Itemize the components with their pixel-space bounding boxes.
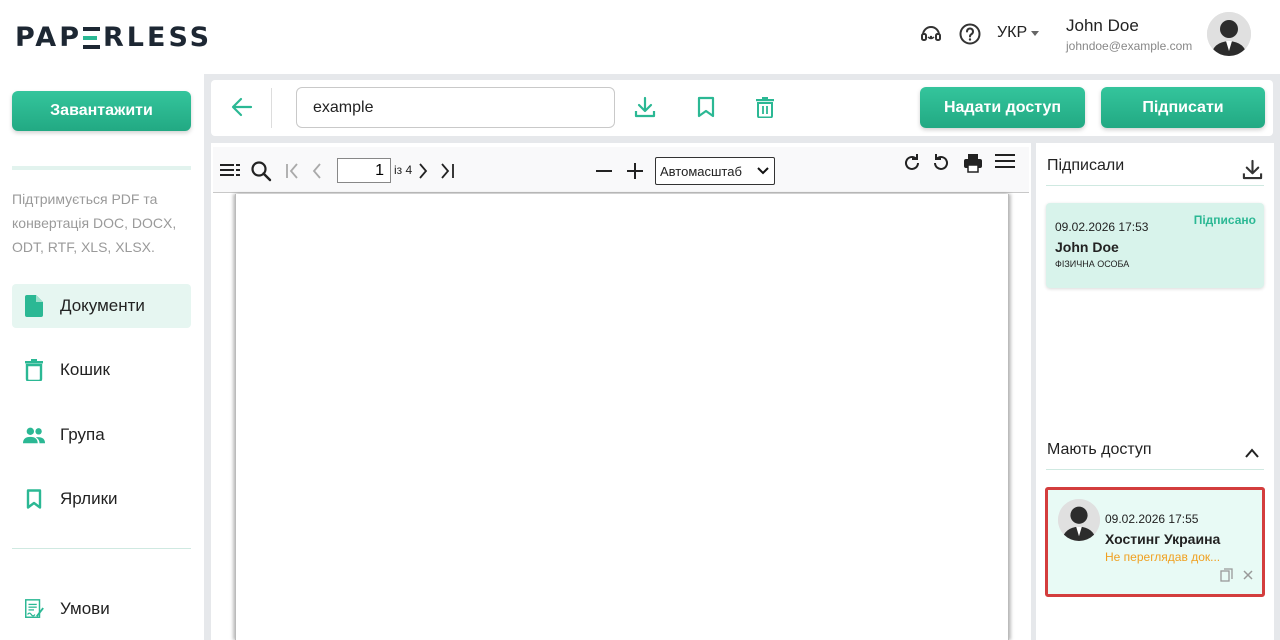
signed-date: 09.02.2026 17:53 xyxy=(1055,220,1149,234)
document-page[interactable] xyxy=(235,194,1009,640)
print-icon[interactable] xyxy=(962,152,984,174)
sidebar-item-group[interactable]: Група xyxy=(12,413,191,457)
last-page-icon[interactable] xyxy=(437,160,459,182)
logo-e-mark xyxy=(83,26,100,49)
page-count-label: із 4 xyxy=(394,163,413,177)
document-name-input[interactable] xyxy=(296,87,615,128)
sidebar-item-trash[interactable]: Кошик xyxy=(12,348,191,392)
rotate-clockwise-icon[interactable] xyxy=(901,152,923,174)
contract-icon xyxy=(23,598,45,620)
user-avatar[interactable] xyxy=(1207,12,1251,56)
chevron-down-icon xyxy=(1031,30,1040,36)
access-user-avatar xyxy=(1058,499,1100,541)
sidebar: Завантажити Підтримується PDF та конверт… xyxy=(0,74,204,640)
next-page-icon[interactable] xyxy=(412,160,434,182)
page-number-input[interactable] xyxy=(337,158,391,183)
language-label: УКР xyxy=(997,24,1028,41)
share-access-button[interactable]: Надати доступ xyxy=(920,87,1085,128)
close-icon[interactable] xyxy=(1242,569,1254,581)
signer-name: John Doe xyxy=(1055,239,1119,255)
sidebar-item-terms[interactable]: Умови xyxy=(12,587,191,631)
avatar-silhouette-icon xyxy=(1058,499,1100,541)
section-divider xyxy=(1046,469,1264,470)
copy-icon[interactable] xyxy=(1220,568,1234,582)
language-selector[interactable]: УКР xyxy=(997,24,1040,42)
zoom-out-icon[interactable] xyxy=(593,160,615,182)
back-arrow-icon[interactable] xyxy=(231,96,253,118)
delete-icon[interactable] xyxy=(754,96,776,118)
supported-formats-note: Підтримується PDF та конвертація DOC, DO… xyxy=(12,191,177,255)
app-logo[interactable]: PAP RLESS xyxy=(15,22,212,53)
zoom-scale-value: Автомасштаб xyxy=(660,163,742,179)
sidebar-divider xyxy=(12,166,191,170)
support-headset-icon[interactable] xyxy=(919,22,943,46)
sidebar-item-documents[interactable]: Документи xyxy=(12,284,191,328)
access-status: Не переглядав док... xyxy=(1105,550,1221,564)
chevron-down-icon xyxy=(757,167,769,175)
sidebar-item-label: Умови xyxy=(60,599,110,618)
previous-page-icon[interactable] xyxy=(306,160,328,182)
signed-section-title: Підписали xyxy=(1047,157,1125,174)
access-date: 09.02.2026 17:55 xyxy=(1105,512,1199,526)
avatar-silhouette-icon xyxy=(1207,12,1251,56)
bookmark-icon xyxy=(23,488,45,510)
sidebar-divider xyxy=(12,548,191,549)
document-icon xyxy=(23,295,45,317)
download-icon[interactable] xyxy=(1242,159,1263,180)
zoom-in-icon[interactable] xyxy=(624,160,646,182)
help-icon[interactable] xyxy=(958,22,982,46)
sidebar-item-label: Документи xyxy=(60,296,145,315)
sidebar-item-labels[interactable]: Ярлики xyxy=(12,477,191,521)
toolbar-divider xyxy=(271,88,272,128)
sign-button[interactable]: Підписати xyxy=(1101,87,1265,128)
download-icon[interactable] xyxy=(634,96,656,118)
user-name[interactable]: John Doe xyxy=(1066,16,1139,36)
chevron-up-icon[interactable] xyxy=(1244,446,1260,460)
first-page-icon[interactable] xyxy=(282,160,304,182)
app-header: PAP RLESS УКР John Doe johndoe@example.co… xyxy=(0,0,1280,74)
signer-card[interactable]: 09.02.2026 17:53 Підписано John Doe ФІЗИ… xyxy=(1046,203,1264,288)
access-user-card[interactable]: 09.02.2026 17:55 Хостинг Украина Не пере… xyxy=(1045,487,1265,597)
sidebar-item-label: Група xyxy=(60,425,105,444)
logo-text-left: PAP xyxy=(15,22,82,53)
search-icon[interactable] xyxy=(250,160,272,182)
upload-button[interactable]: Завантажити xyxy=(12,91,191,131)
menu-icon[interactable] xyxy=(994,151,1016,173)
section-divider xyxy=(1046,185,1264,186)
trash-icon xyxy=(23,359,45,381)
signer-type: ФІЗИЧНА ОСОБА xyxy=(1055,259,1130,269)
signed-status-badge: Підписано xyxy=(1193,213,1256,227)
logo-text-right: RLESS xyxy=(103,22,213,53)
group-icon xyxy=(23,424,45,446)
sidebar-item-label: Ярлики xyxy=(60,489,118,508)
user-email: johndoe@example.com xyxy=(1066,39,1193,53)
access-user-name: Хостинг Украина xyxy=(1105,531,1221,547)
bookmark-icon[interactable] xyxy=(695,96,717,118)
zoom-scale-select[interactable]: Автомасштаб xyxy=(655,157,775,185)
rotate-counterclockwise-icon[interactable] xyxy=(930,152,952,174)
access-section-title: Мають доступ xyxy=(1047,441,1152,458)
sidebar-toggle-icon[interactable] xyxy=(219,160,241,182)
sidebar-item-label: Кошик xyxy=(60,360,110,379)
